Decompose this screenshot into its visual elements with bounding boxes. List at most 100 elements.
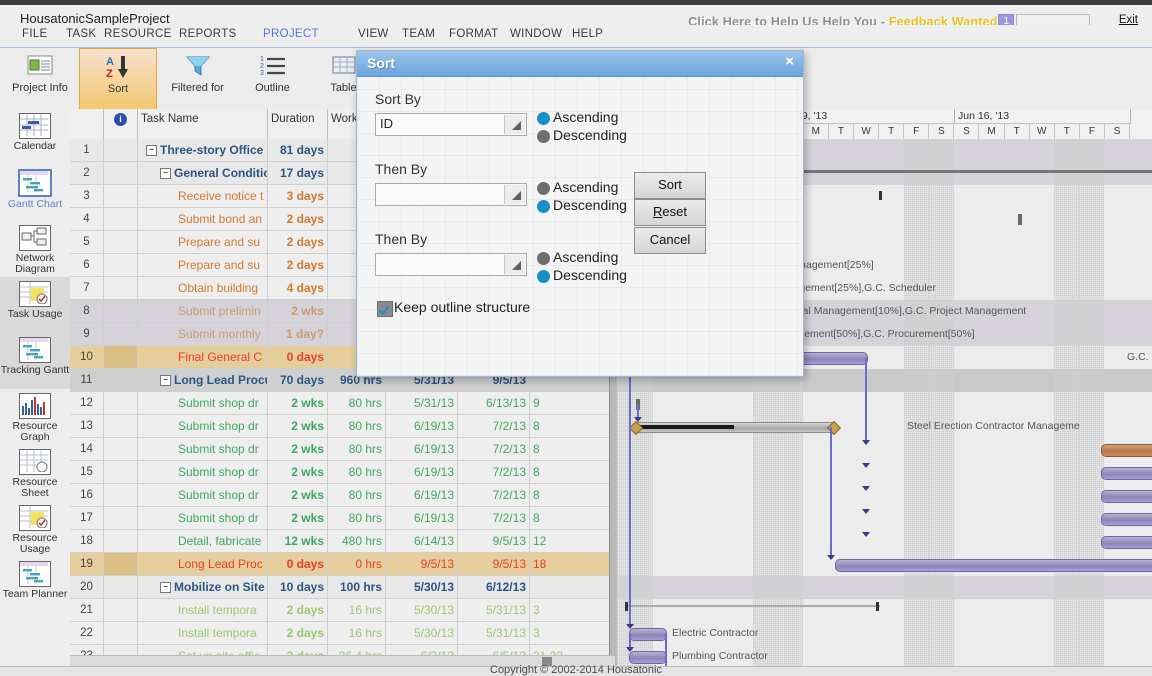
- duration-cell[interactable]: 2 wks: [268, 300, 328, 322]
- finish-cell[interactable]: 7/2/13: [458, 438, 530, 460]
- row-indicator-cell[interactable]: [104, 139, 138, 161]
- then-by-1-ascending-radio[interactable]: [537, 182, 550, 195]
- duration-cell[interactable]: 2 days: [268, 231, 328, 253]
- view-item-resource-usage[interactable]: Resource Usage: [0, 501, 70, 557]
- menu-item-reports[interactable]: REPORTS: [179, 28, 236, 40]
- row-indicator-cell[interactable]: [104, 484, 138, 506]
- sort-dialog-titlebar[interactable]: Sort ×: [357, 51, 803, 77]
- predecessors-cell[interactable]: 3: [530, 622, 615, 644]
- finish-cell[interactable]: 7/2/13: [458, 461, 530, 483]
- duration-cell[interactable]: 2 days: [268, 622, 328, 644]
- view-item-gantt-chart[interactable]: Gantt Chart: [0, 165, 70, 221]
- predecessors-cell[interactable]: 12: [530, 530, 615, 552]
- task-name-cell[interactable]: Submit shop dr: [138, 484, 268, 506]
- dependency-arrow[interactable]: [634, 417, 642, 422]
- then-by-2-descending-radio[interactable]: [537, 270, 550, 283]
- collapse-toggle-icon[interactable]: −: [160, 375, 171, 386]
- start-cell[interactable]: 5/31/13: [386, 392, 458, 414]
- task-name-cell[interactable]: Install tempora: [138, 622, 268, 644]
- task-name-cell[interactable]: Obtain building: [138, 277, 268, 299]
- row-indicator-cell[interactable]: [104, 507, 138, 529]
- menu-item-project[interactable]: PROJECT: [263, 28, 319, 40]
- then-by-2-select[interactable]: [375, 253, 527, 276]
- finish-cell[interactable]: 9/5/13: [458, 530, 530, 552]
- col-header-task-name[interactable]: Task Name: [138, 109, 268, 139]
- gantt-bar[interactable]: [629, 651, 667, 664]
- duration-cell[interactable]: 81 days: [268, 139, 328, 161]
- predecessors-cell[interactable]: 8: [530, 438, 615, 460]
- task-name-cell[interactable]: Submit monthly: [138, 323, 268, 345]
- duration-cell[interactable]: 2 wks: [268, 507, 328, 529]
- row-id-cell[interactable]: 4: [70, 208, 104, 230]
- menu-item-window[interactable]: WINDOW: [510, 28, 562, 40]
- row-indicator-cell[interactable]: [104, 461, 138, 483]
- dependency-arrow[interactable]: [862, 532, 870, 537]
- row-id-cell[interactable]: 1: [70, 139, 104, 161]
- finish-cell[interactable]: 9/5/13: [458, 553, 530, 575]
- start-cell[interactable]: 5/30/13: [386, 576, 458, 598]
- row-indicator-cell[interactable]: [104, 599, 138, 621]
- row-indicator-cell[interactable]: [104, 369, 138, 391]
- start-cell[interactable]: 6/19/13: [386, 507, 458, 529]
- task-name-cell[interactable]: −General Conditio: [138, 162, 268, 184]
- sort-button[interactable]: Sort: [634, 172, 706, 199]
- view-item-tracking-gantt[interactable]: Tracking Gantt: [0, 333, 70, 389]
- row-indicator-cell[interactable]: [104, 438, 138, 460]
- row-id-cell[interactable]: 8: [70, 300, 104, 322]
- then-by-1-descending-radio[interactable]: [537, 200, 550, 213]
- row-indicator-cell[interactable]: [104, 622, 138, 644]
- task-name-cell[interactable]: Submit bond an: [138, 208, 268, 230]
- summary-start-cap[interactable]: [625, 602, 628, 611]
- work-cell[interactable]: 80 hrs: [328, 415, 386, 437]
- dependency-link[interactable]: [865, 358, 867, 442]
- row-indicator-cell[interactable]: [104, 415, 138, 437]
- table-row[interactable]: 15Submit shop dr2 wks80 hrs6/19/137/2/13…: [70, 461, 615, 484]
- dependency-link[interactable]: [665, 634, 667, 666]
- close-icon[interactable]: ×: [785, 54, 794, 70]
- row-id-cell[interactable]: 3: [70, 185, 104, 207]
- ribbon-button-filtered-for[interactable]: Filtered for: [160, 48, 235, 110]
- row-id-cell[interactable]: 14: [70, 438, 104, 460]
- table-row[interactable]: 19Long Lead Proc0 days0 hrs9/5/139/5/131…: [70, 553, 615, 576]
- task-name-cell[interactable]: Final General C: [138, 346, 268, 368]
- start-cell[interactable]: 9/5/13: [386, 553, 458, 575]
- start-cell[interactable]: 6/19/13: [386, 415, 458, 437]
- work-cell[interactable]: 16 hrs: [328, 622, 386, 644]
- task-name-cell[interactable]: Install tempora: [138, 599, 268, 621]
- table-row[interactable]: 22Install tempora2 days16 hrs5/30/135/31…: [70, 622, 615, 645]
- start-cell[interactable]: 6/14/13: [386, 530, 458, 552]
- finish-cell[interactable]: 6/12/13: [458, 576, 530, 598]
- menu-item-task[interactable]: TASK: [66, 28, 96, 40]
- row-id-cell[interactable]: 7: [70, 277, 104, 299]
- finish-cell[interactable]: 5/31/13: [458, 599, 530, 621]
- sort-by-descending-radio[interactable]: [537, 130, 550, 143]
- col-header-duration[interactable]: Duration: [268, 109, 328, 139]
- row-id-cell[interactable]: 9: [70, 323, 104, 345]
- sort-by-select[interactable]: ID: [375, 113, 527, 136]
- gantt-summary-bar[interactable]: [635, 422, 837, 433]
- predecessors-cell[interactable]: 8: [530, 461, 615, 483]
- row-indicator-cell[interactable]: [104, 530, 138, 552]
- duration-cell[interactable]: 0 days: [268, 346, 328, 368]
- duration-cell[interactable]: 70 days: [268, 369, 328, 391]
- task-name-cell[interactable]: Long Lead Proc: [138, 553, 268, 575]
- finish-cell[interactable]: 7/2/13: [458, 415, 530, 437]
- collapse-toggle-icon[interactable]: −: [160, 168, 171, 179]
- menu-item-view[interactable]: VIEW: [358, 28, 389, 40]
- table-row[interactable]: 21Install tempora2 days16 hrs5/30/135/31…: [70, 599, 615, 622]
- table-row[interactable]: 12Submit shop dr2 wks80 hrs5/31/136/13/1…: [70, 392, 615, 415]
- task-name-cell[interactable]: Submit shop dr: [138, 415, 268, 437]
- task-name-cell[interactable]: Detail, fabricate: [138, 530, 268, 552]
- predecessors-cell[interactable]: 8: [530, 415, 615, 437]
- duration-cell[interactable]: 12 wks: [268, 530, 328, 552]
- work-cell[interactable]: 100 hrs: [328, 576, 386, 598]
- task-name-cell[interactable]: Prepare and su: [138, 254, 268, 276]
- predecessors-cell[interactable]: 8: [530, 484, 615, 506]
- duration-cell[interactable]: 2 days: [268, 599, 328, 621]
- then-by-1-select[interactable]: [375, 183, 527, 206]
- work-cell[interactable]: 80 hrs: [328, 484, 386, 506]
- row-id-cell[interactable]: 22: [70, 622, 104, 644]
- view-item-task-usage[interactable]: Task Usage: [0, 277, 70, 333]
- dependency-arrow[interactable]: [862, 440, 870, 445]
- row-indicator-cell[interactable]: [104, 185, 138, 207]
